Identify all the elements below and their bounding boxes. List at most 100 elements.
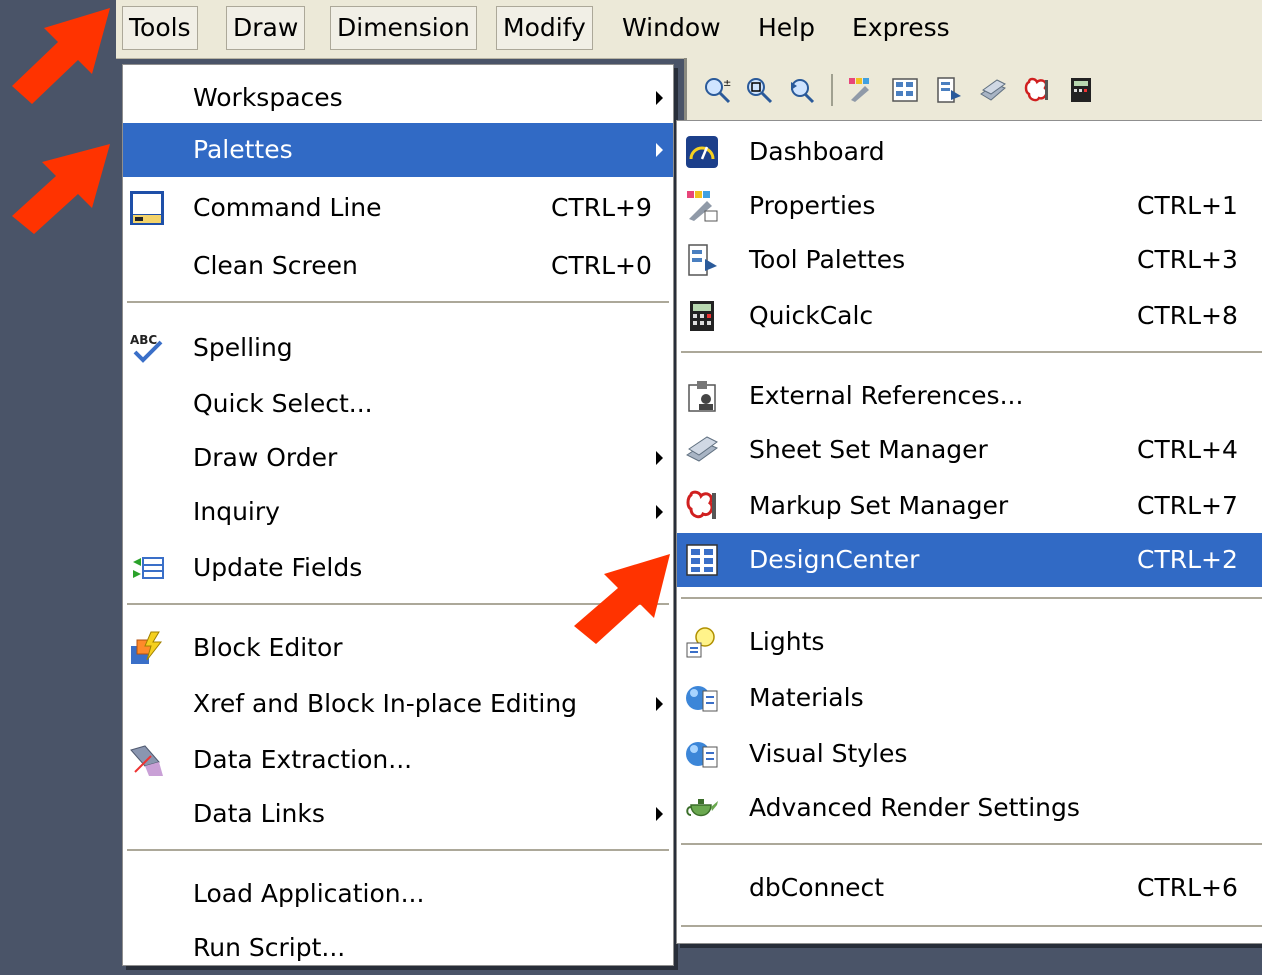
markup-set-manager-shortcut: CTRL+7	[1137, 491, 1238, 520]
zoom-previous-icon[interactable]	[787, 76, 815, 104]
tool-palettes-icon	[688, 244, 717, 276]
designcenter-shortcut: CTRL+2	[1137, 545, 1238, 574]
zoom-realtime-icon[interactable]: ±	[703, 76, 731, 104]
spelling-check-icon: ABC	[130, 333, 163, 363]
palettes-item-properties[interactable]: Properties CTRL+1	[677, 179, 1262, 233]
menu-separator	[127, 849, 669, 851]
palettes-item-tool-palettes[interactable]: Tool Palettes CTRL+3	[677, 233, 1262, 287]
command-line-icon	[130, 191, 164, 225]
menu-tools[interactable]: Tools	[122, 6, 198, 50]
tools-item-draw-order[interactable]: Draw Order	[123, 431, 673, 485]
palettes-item-advanced-render-settings[interactable]: Advanced Render Settings	[677, 781, 1262, 835]
workspaces-label: Workspaces	[193, 83, 343, 112]
data-extraction-label: Data Extraction...	[193, 745, 413, 774]
tools-item-data-extraction[interactable]: Data Extraction...	[123, 733, 673, 787]
menu-help[interactable]: Help	[752, 6, 821, 50]
tools-item-xref-block-editing[interactable]: Xref and Block In-place Editing	[123, 677, 673, 731]
tools-item-workspaces[interactable]: Workspaces	[123, 71, 673, 125]
data-links-label: Data Links	[193, 799, 325, 828]
run-script-label: Run Script...	[193, 933, 346, 962]
tool-palettes-toolbar-icon[interactable]	[935, 76, 963, 104]
properties-toolbar-icon[interactable]	[847, 76, 875, 104]
palettes-item-markup-set-manager[interactable]: Markup Set Manager CTRL+7	[677, 479, 1262, 533]
clean-screen-label: Clean Screen	[193, 251, 358, 280]
tools-item-data-links[interactable]: Data Links	[123, 787, 673, 841]
palettes-item-sheet-set-manager[interactable]: Sheet Set Manager CTRL+4	[677, 423, 1262, 477]
designcenter-toolbar-icon[interactable]	[891, 76, 919, 104]
xref-block-editing-label: Xref and Block In-place Editing	[193, 689, 578, 718]
calculator-icon	[690, 301, 714, 331]
submenu-arrow-icon	[656, 143, 663, 157]
submenu-arrow-icon	[656, 807, 663, 821]
markup-toolbar-icon[interactable]	[1023, 76, 1051, 104]
annotation-arrow-icon	[12, 144, 110, 234]
quickcalc-toolbar-icon[interactable]	[1067, 76, 1095, 104]
menu-separator	[681, 351, 1262, 353]
properties-shortcut: CTRL+1	[1137, 191, 1238, 220]
sheet-set-manager-label: Sheet Set Manager	[749, 435, 988, 464]
menu-express[interactable]: Express	[846, 6, 956, 50]
render-teapot-icon	[686, 799, 718, 817]
palettes-item-lights[interactable]: Lights	[677, 615, 1262, 669]
tools-item-spelling[interactable]: ABC Spelling	[123, 321, 673, 375]
tools-item-run-script[interactable]: Run Script...	[123, 921, 673, 975]
lights-icon	[686, 627, 715, 658]
quick-select-label: Quick Select...	[193, 389, 373, 418]
annotation-arrow-icon	[574, 554, 670, 644]
dbconnect-shortcut: CTRL+6	[1137, 873, 1238, 902]
tools-item-palettes[interactable]: Palettes	[123, 123, 673, 177]
dashboard-label: Dashboard	[749, 137, 885, 166]
block-editor-icon	[131, 631, 163, 664]
tools-item-inquiry[interactable]: Inquiry	[123, 485, 673, 539]
quickcalc-label: QuickCalc	[749, 301, 874, 330]
annotation-arrow-icon	[12, 8, 110, 104]
visual-styles-icon	[686, 742, 718, 768]
sheet-set-manager-icon	[686, 436, 719, 462]
tool-palettes-shortcut: CTRL+3	[1137, 245, 1238, 274]
palettes-item-designcenter[interactable]: DesignCenter CTRL+2	[677, 533, 1262, 587]
menu-modify[interactable]: Modify	[496, 6, 593, 50]
palettes-item-materials[interactable]: Materials	[677, 671, 1262, 725]
submenu-arrow-icon	[656, 505, 663, 519]
toolbar-separator	[831, 74, 833, 106]
command-line-shortcut: CTRL+9	[551, 193, 652, 222]
materials-label: Materials	[749, 683, 864, 712]
lights-label: Lights	[749, 627, 825, 656]
designcenter-icon	[686, 544, 718, 576]
palettes-item-quickcalc[interactable]: QuickCalc CTRL+8	[677, 289, 1262, 343]
clean-screen-shortcut: CTRL+0	[551, 251, 652, 280]
toolbar: ±	[684, 58, 1262, 122]
menu-window[interactable]: Window	[616, 6, 727, 50]
dashboard-icon	[686, 136, 718, 168]
external-references-label: External References...	[749, 381, 1024, 410]
palettes-item-visual-styles[interactable]: Visual Styles	[677, 727, 1262, 781]
palettes-label: Palettes	[193, 135, 293, 164]
update-fields-icon	[133, 557, 164, 579]
tools-item-command-line[interactable]: Command Line CTRL+9	[123, 181, 673, 235]
materials-icon	[686, 686, 718, 712]
advanced-render-settings-label: Advanced Render Settings	[749, 793, 1080, 822]
sheet-set-manager-shortcut: CTRL+4	[1137, 435, 1238, 464]
properties-icon	[687, 191, 718, 222]
tool-palettes-label: Tool Palettes	[749, 245, 906, 274]
block-editor-label: Block Editor	[193, 633, 343, 662]
sheet-set-toolbar-icon[interactable]	[979, 76, 1007, 104]
submenu-arrow-icon	[656, 697, 663, 711]
menu-draw[interactable]: Draw	[226, 6, 306, 50]
palettes-submenu: Dashboard Properties CTRL+1 Tool Palette…	[676, 120, 1262, 944]
zoom-window-icon[interactable]	[745, 76, 773, 104]
submenu-arrow-icon	[656, 451, 663, 465]
menu-bar: Tools Draw Dimension Modify Window Help …	[116, 0, 1262, 59]
svg-text:ABC: ABC	[130, 333, 157, 347]
menu-separator	[681, 597, 1262, 599]
draw-order-label: Draw Order	[193, 443, 338, 472]
menu-separator	[127, 301, 669, 303]
palettes-item-dbconnect[interactable]: dbConnect CTRL+6	[677, 861, 1262, 915]
palettes-item-dashboard[interactable]: Dashboard	[677, 125, 1262, 179]
tools-item-load-application[interactable]: Load Application...	[123, 867, 673, 921]
tools-item-clean-screen[interactable]: Clean Screen CTRL+0	[123, 239, 673, 293]
palettes-item-external-references[interactable]: External References...	[677, 369, 1262, 423]
tools-item-quick-select[interactable]: Quick Select...	[123, 377, 673, 431]
menu-dimension[interactable]: Dimension	[330, 6, 477, 50]
update-fields-label: Update Fields	[193, 553, 363, 582]
